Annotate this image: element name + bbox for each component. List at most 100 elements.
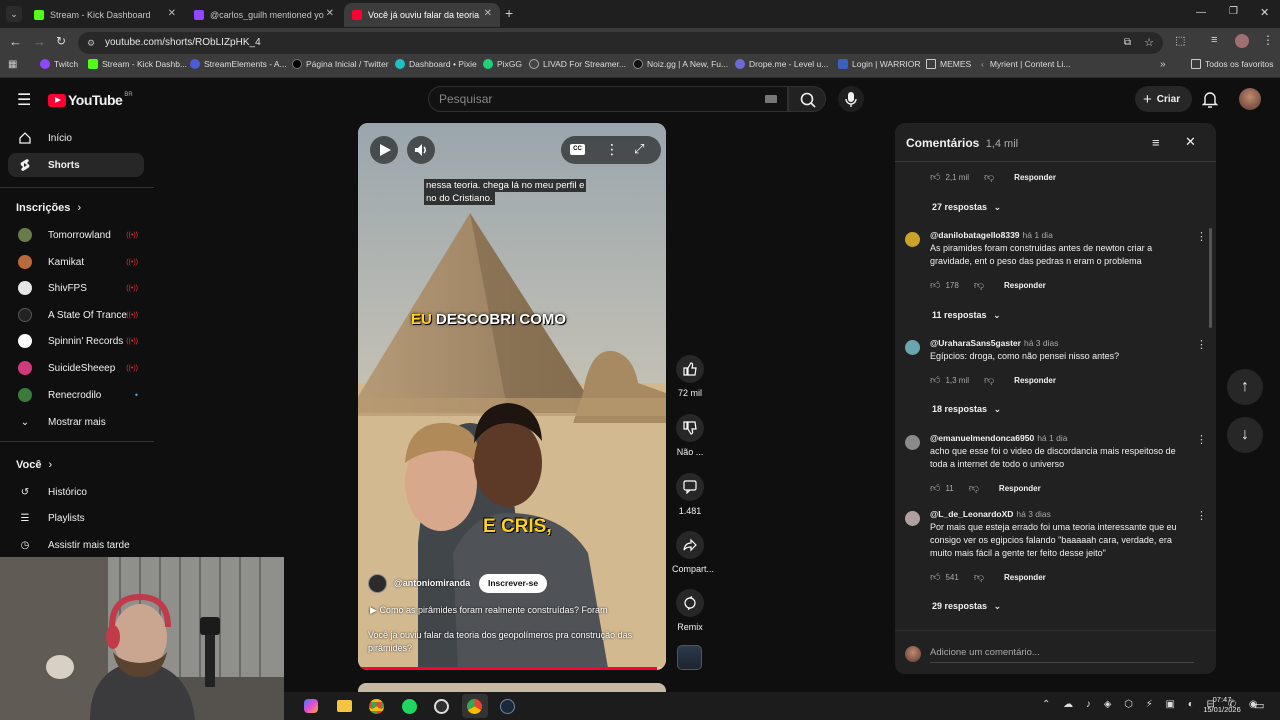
subscribe-button[interactable]: Inscrever-se [479, 574, 548, 593]
bookmark-item[interactable]: ‹ Myrient | Content Li... [981, 59, 1070, 69]
next-short-button[interactable]: ↓ [1227, 417, 1263, 453]
hamburger-menu-icon[interactable]: ☰ [17, 90, 31, 110]
playlist-link[interactable]: ▶ Como as pirâmides foram realmente cons… [370, 605, 608, 616]
create-button[interactable]: + Criar [1135, 86, 1192, 112]
subscriptions-header[interactable]: Inscrições › [16, 202, 81, 214]
chrome-icon[interactable] [369, 699, 384, 714]
commenter-avatar[interactable] [905, 232, 920, 247]
sidebar-item-playlists[interactable]: ☰ Playlists [8, 506, 144, 530]
bookmark-item[interactable]: StreamElements - A... [190, 59, 287, 69]
fullscreen-icon[interactable]: ⤢ [634, 141, 644, 157]
bookmark-item[interactable]: Twitch [40, 59, 78, 69]
subscription-item[interactable]: SuicideSheeep ((•)) [8, 356, 144, 380]
bookmark-item[interactable]: Noiz.gg | A New, Fu... [633, 59, 728, 69]
account-avatar[interactable] [1239, 88, 1261, 110]
bookmark-item[interactable]: Drope.me - Level u... [735, 59, 828, 69]
thumbs-up-icon[interactable]: 👍︎ [930, 171, 940, 183]
new-tab-button[interactable]: + [505, 5, 513, 21]
youtube-logo[interactable]: YouTube BR [48, 92, 133, 108]
progress-bar[interactable] [358, 667, 666, 670]
forward-icon[interactable]: → [33, 34, 46, 49]
shorts-video-player[interactable]: CC ⋮ ⤢ nessa teoria. chega lá no meu per… [358, 123, 666, 670]
channel-name[interactable]: @antoniomiranda [394, 578, 470, 588]
bookmark-item[interactable]: Login | WARRIOR [838, 59, 921, 69]
more-bookmarks-icon[interactable]: » [1160, 59, 1166, 70]
comment-author[interactable]: @emanuelmendonca6950 há 1 dia [930, 433, 1067, 443]
keyboard-icon[interactable] [765, 95, 777, 103]
profile-avatar[interactable] [1235, 34, 1249, 48]
close-tab-icon[interactable]: ✕ [168, 8, 176, 19]
subscription-item[interactable]: Renecrodilo • [8, 383, 144, 407]
address-bar[interactable]: ⚙ youtube.com/shorts/RObLIZpHK_4 ⧉ ☆ [78, 32, 1163, 54]
comment-menu-icon[interactable]: ⋮ [1196, 509, 1207, 522]
apps-grid-icon[interactable]: ▦ [8, 59, 17, 70]
reply-button[interactable]: Responder [1014, 173, 1056, 182]
back-icon[interactable]: ← [9, 34, 22, 49]
all-bookmarks-folder[interactable]: Todos os favoritos [1191, 59, 1274, 69]
commenter-avatar[interactable] [905, 435, 920, 450]
subscription-item[interactable]: A State Of Trance ((•)) [8, 303, 144, 327]
comment-menu-icon[interactable]: ⋮ [1196, 338, 1207, 351]
bookmark-item[interactable]: Stream - Kick Dashb... [88, 59, 187, 69]
like-button[interactable]: 72 mil [672, 355, 708, 398]
bookmark-item[interactable]: PixGG [483, 59, 522, 69]
clock[interactable]: 07:47 15/01/2026 [1202, 695, 1242, 715]
dislike-button[interactable]: Não ... [672, 414, 708, 457]
commenter-avatar[interactable] [905, 511, 920, 526]
remix-button[interactable]: Remix [672, 589, 708, 632]
sidebar-item-watch-later[interactable]: ◷ Assistir mais tarde [8, 533, 144, 557]
steam-icon[interactable] [500, 699, 515, 714]
commenter-avatar[interactable] [905, 340, 920, 355]
bookmark-item[interactable]: Página Inicial / Twitter [292, 59, 389, 69]
reply-button[interactable]: Responder [1004, 573, 1046, 582]
media-controls-icon[interactable]: ≡ [1211, 34, 1217, 46]
spotify-icon[interactable] [402, 699, 417, 714]
sidebar-item-shorts[interactable]: Shorts [8, 153, 144, 177]
install-app-icon[interactable]: ⧉ [1124, 32, 1131, 54]
comments-button[interactable]: 1.481 [672, 473, 708, 516]
thumbs-down-icon[interactable]: 👎︎ [974, 279, 984, 291]
bookmark-star-icon[interactable]: ☆ [1144, 32, 1154, 54]
comment-author[interactable]: @danilobatagello8339 há 1 dia [930, 230, 1053, 240]
close-tab-icon[interactable]: ✕ [326, 8, 334, 19]
site-info-icon[interactable]: ⚙ [87, 32, 95, 54]
sidebar-item-history[interactable]: ↺ Histórico [8, 480, 144, 504]
comment-menu-icon[interactable]: ⋮ [1196, 433, 1207, 446]
minimize-icon[interactable]: — [1196, 7, 1206, 18]
thumbs-down-icon[interactable]: 👎︎ [969, 482, 979, 494]
extensions-icon[interactable]: ⬚ [1175, 34, 1185, 47]
subscription-item[interactable]: Tomorrowland ((•)) [8, 223, 144, 247]
bookmark-item[interactable]: Dashboard • Pixie [395, 59, 477, 69]
reply-button[interactable]: Responder [1004, 281, 1046, 290]
tab-kick-dashboard[interactable]: Stream - Kick Dashboard ✕ [26, 3, 184, 27]
comment-author[interactable]: @UraharaSans5gaster há 3 dias [930, 338, 1058, 348]
sidebar-item-home[interactable]: Início [8, 126, 144, 150]
voice-search-button[interactable] [838, 86, 864, 112]
channel-avatar[interactable] [368, 574, 387, 593]
subscription-item[interactable]: Kamikat ((•)) [8, 250, 144, 274]
copilot-icon[interactable] [304, 699, 318, 713]
tab-youtube-short[interactable]: Você já ouviu falar da teoria d ✕ [344, 3, 500, 27]
view-replies-button[interactable]: 18 respostas ⌄ [932, 404, 1001, 415]
play-button[interactable] [370, 136, 398, 164]
captions-icon[interactable]: CC [570, 144, 585, 155]
restore-icon[interactable]: ❐ [1229, 6, 1238, 17]
view-replies-button[interactable]: 27 respostas ⌄ [932, 202, 1001, 213]
sort-comments-icon[interactable]: ≡ [1152, 135, 1160, 150]
add-comment-input[interactable]: Adicione um comentário... [930, 647, 1194, 663]
thumbs-up-icon[interactable]: 👍︎ [930, 279, 940, 291]
view-replies-button[interactable]: 11 respostas ⌄ [932, 310, 1001, 321]
reply-button[interactable]: Responder [1014, 376, 1056, 385]
thumbs-up-icon[interactable]: 👍︎ [930, 482, 940, 494]
bookmark-item[interactable]: LIVAD For Streamer... [529, 59, 626, 69]
active-chrome-button[interactable] [462, 694, 488, 718]
thumbs-down-icon[interactable]: 👎︎ [984, 171, 994, 183]
comment-menu-icon[interactable]: ⋮ [1196, 230, 1207, 243]
share-button[interactable]: Compart... [672, 531, 714, 574]
reload-icon[interactable]: ↻ [56, 34, 66, 48]
notifications-center-icon[interactable]: ▭ [1254, 699, 1264, 712]
thumbs-down-icon[interactable]: 👎︎ [974, 571, 984, 583]
bookmark-folder[interactable]: MEMES [926, 59, 971, 69]
you-header[interactable]: Você › [16, 459, 52, 471]
view-replies-button[interactable]: 29 respostas ⌄ [932, 601, 1001, 612]
